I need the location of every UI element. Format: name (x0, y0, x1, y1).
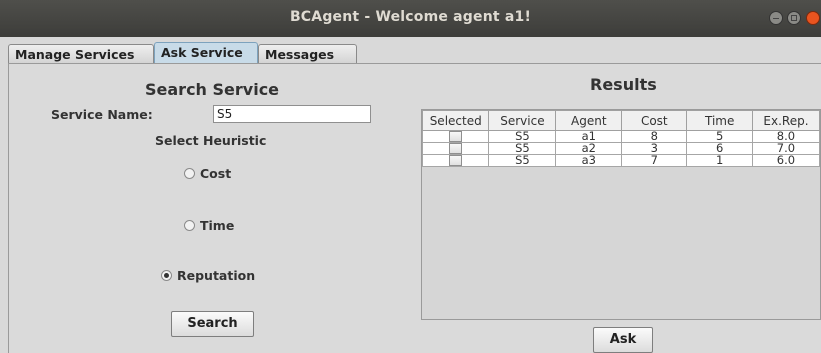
column-header-agent[interactable]: Agent (555, 110, 623, 131)
results-title: Results (590, 75, 657, 94)
radio-cost-icon[interactable] (184, 168, 195, 179)
search-section-title: Search Service (145, 80, 280, 99)
maximize-icon[interactable] (787, 11, 801, 25)
checkbox-icon[interactable] (449, 131, 463, 142)
table-row[interactable]: S5 a2 3 6 7.0 (422, 142, 820, 155)
radio-time[interactable]: Time (184, 218, 234, 233)
close-icon[interactable] (806, 11, 820, 25)
radio-time-icon[interactable] (184, 220, 195, 231)
column-header-selected[interactable]: Selected (422, 110, 490, 131)
column-header-time[interactable]: Time (686, 110, 753, 131)
minimize-icon[interactable] (769, 11, 783, 25)
results-table-container: Selected Service Agent Cost Time Ex.Rep.… (421, 109, 821, 320)
tab-manage-services[interactable]: Manage Services (8, 44, 154, 63)
column-header-exrep[interactable]: Ex.Rep. (751, 110, 820, 131)
column-header-service[interactable]: Service (488, 110, 557, 131)
time-cell: 1 (686, 154, 753, 167)
checkbox-icon[interactable] (449, 143, 463, 154)
search-button[interactable]: Search (171, 311, 254, 337)
checkbox-icon[interactable] (449, 155, 463, 166)
radio-cost[interactable]: Cost (184, 166, 231, 181)
table-row[interactable]: S5 a3 7 1 6.0 (422, 154, 820, 167)
column-header-cost[interactable]: Cost (621, 110, 688, 131)
radio-reputation[interactable]: Reputation (161, 268, 255, 283)
agent-cell: a3 (555, 154, 623, 167)
heuristic-label: Select Heuristic (155, 133, 267, 148)
table-header-row: Selected Service Agent Cost Time Ex.Rep. (422, 110, 820, 131)
radio-cost-label: Cost (200, 166, 232, 181)
tab-messages[interactable]: Messages (258, 44, 357, 63)
radio-time-label: Time (200, 218, 235, 233)
radio-reputation-label: Reputation (177, 268, 256, 283)
row-select-cell[interactable] (422, 154, 490, 167)
table-row[interactable]: S5 a1 8 5 8.0 (422, 130, 820, 143)
window-title: BCAgent - Welcome agent a1! (289, 9, 532, 25)
service-cell: S5 (488, 154, 557, 167)
results-table: Selected Service Agent Cost Time Ex.Rep.… (422, 110, 820, 167)
service-name-label: Service Name: (51, 107, 153, 122)
row-select-cell[interactable] (422, 130, 490, 143)
radio-reputation-icon[interactable] (161, 270, 172, 281)
cost-cell: 7 (621, 154, 688, 167)
tab-strip: Manage Services Ask Service Messages (0, 37, 821, 64)
service-name-input[interactable] (213, 105, 371, 123)
window-titlebar: BCAgent - Welcome agent a1! (0, 0, 821, 37)
ask-button[interactable]: Ask (593, 327, 653, 353)
tab-ask-service[interactable]: Ask Service (154, 42, 258, 64)
exrep-cell: 6.0 (751, 154, 820, 167)
row-select-cell[interactable] (422, 142, 490, 155)
